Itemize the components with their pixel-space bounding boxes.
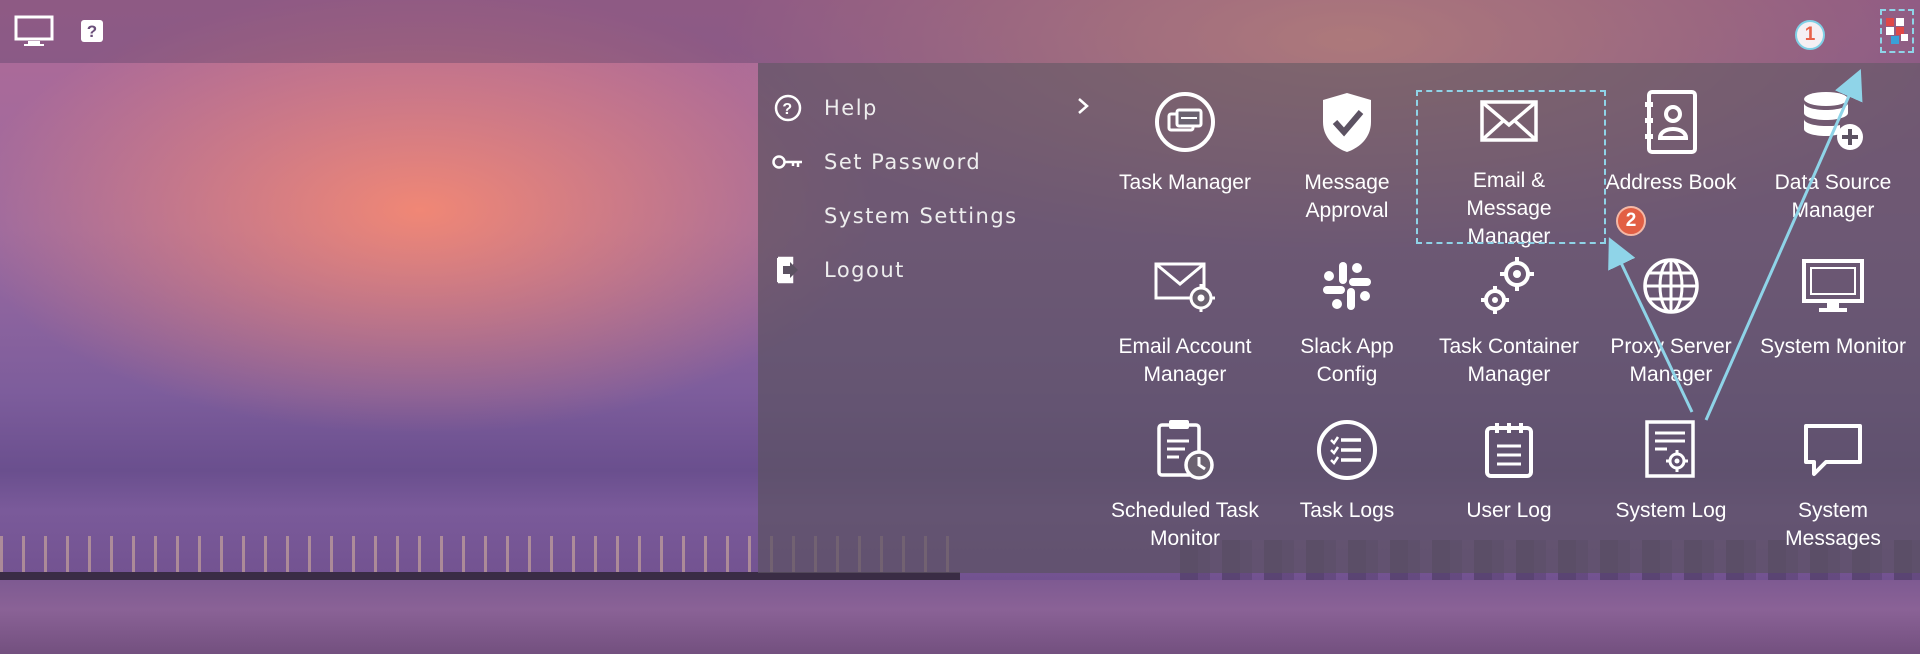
- top-left-toolbar: ?: [14, 15, 104, 47]
- app-task-manager[interactable]: Task Manager: [1104, 87, 1266, 251]
- app-grid: Task Manager Message Approval Email & Me…: [1104, 87, 1914, 579]
- start-menu-panel: ? Help Set Password System Settings Logo…: [758, 63, 1920, 573]
- menu-item-system-settings[interactable]: System Settings: [758, 189, 1098, 243]
- app-scheduled-task-monitor[interactable]: Scheduled Task Monitor: [1104, 415, 1266, 579]
- list-circle-icon: [1312, 415, 1382, 485]
- app-user-log[interactable]: User Log: [1428, 415, 1590, 579]
- notepad-icon: [1474, 415, 1544, 485]
- document-gear-icon: [1636, 415, 1706, 485]
- app-label: System Log: [1615, 499, 1727, 522]
- app-label: System Messages: [1785, 499, 1881, 550]
- help-circle-icon: ?: [772, 92, 804, 124]
- app-task-container-manager[interactable]: Task Container Manager: [1428, 251, 1590, 415]
- app-launcher-button[interactable]: [1880, 9, 1914, 53]
- speech-bubble-icon: [1798, 415, 1868, 485]
- app-data-source-manager[interactable]: Data Source Manager: [1752, 87, 1914, 251]
- app-label: Slack App Config: [1300, 335, 1394, 386]
- menu-item-help[interactable]: ? Help: [758, 81, 1098, 135]
- step-2-badge: 2: [1616, 206, 1646, 236]
- app-email-message-manager[interactable]: Email & Message Manager: [1428, 87, 1590, 251]
- key-icon: [772, 146, 804, 178]
- app-label: Task Container Manager: [1438, 335, 1580, 386]
- logout-icon: [772, 254, 804, 286]
- shield-check-icon: [1312, 87, 1382, 157]
- menu-item-label: Logout: [824, 258, 905, 282]
- app-message-approval[interactable]: Message Approval: [1266, 87, 1428, 251]
- app-label: User Log: [1466, 499, 1552, 522]
- app-label: Task Manager: [1119, 171, 1251, 194]
- side-menu: ? Help Set Password System Settings Logo…: [758, 81, 1098, 297]
- svg-text:?: ?: [87, 22, 97, 41]
- app-proxy-server-manager[interactable]: Proxy Server Manager: [1590, 251, 1752, 415]
- app-label: Message Approval: [1304, 171, 1390, 222]
- menu-item-set-password[interactable]: Set Password: [758, 135, 1098, 189]
- email-gear-icon: [1150, 251, 1220, 321]
- menu-item-label: Help: [824, 96, 878, 120]
- app-label: Data Source Manager: [1774, 171, 1892, 222]
- help-icon[interactable]: ?: [80, 19, 104, 43]
- water: [0, 580, 1920, 654]
- menu-item-label: System Settings: [824, 204, 1018, 228]
- clipboard-clock-icon: [1150, 415, 1220, 485]
- app-system-monitor[interactable]: System Monitor: [1752, 251, 1914, 415]
- address-book-icon: [1636, 87, 1706, 157]
- step-1-badge: 1: [1795, 20, 1825, 50]
- app-system-log[interactable]: System Log: [1590, 415, 1752, 579]
- globe-icon: [1636, 251, 1706, 321]
- app-label: Scheduled Task Monitor: [1111, 499, 1259, 550]
- app-label: Email & Message Manager: [1466, 169, 1552, 248]
- chevron-right-icon: [1076, 96, 1090, 121]
- app-email-account-manager[interactable]: Email Account Manager: [1104, 251, 1266, 415]
- app-label: Proxy Server Manager: [1610, 335, 1732, 386]
- app-system-messages[interactable]: System Messages: [1752, 415, 1914, 579]
- desktop-monitor-icon[interactable]: [14, 15, 54, 47]
- app-launcher-icon: [1886, 18, 1908, 44]
- gears-icon: [1474, 251, 1544, 321]
- svg-text:?: ?: [782, 101, 793, 118]
- app-slack-app-config[interactable]: Slack App Config: [1266, 251, 1428, 415]
- slack-icon: [1312, 251, 1382, 321]
- app-label: Address Book: [1605, 171, 1737, 194]
- app-label: Task Logs: [1299, 499, 1395, 522]
- app-label: System Monitor: [1760, 335, 1906, 358]
- app-label: Email Account Manager: [1118, 335, 1252, 386]
- task-manager-icon: [1150, 87, 1220, 157]
- app-address-book[interactable]: Address Book: [1590, 87, 1752, 251]
- envelope-icon: [1474, 87, 1544, 155]
- database-add-icon: [1798, 87, 1868, 157]
- app-task-logs[interactable]: Task Logs: [1266, 415, 1428, 579]
- monitor-icon: [1798, 251, 1868, 321]
- menu-item-logout[interactable]: Logout: [758, 243, 1098, 297]
- top-bar: ?: [0, 0, 1920, 63]
- menu-item-label: Set Password: [824, 150, 982, 174]
